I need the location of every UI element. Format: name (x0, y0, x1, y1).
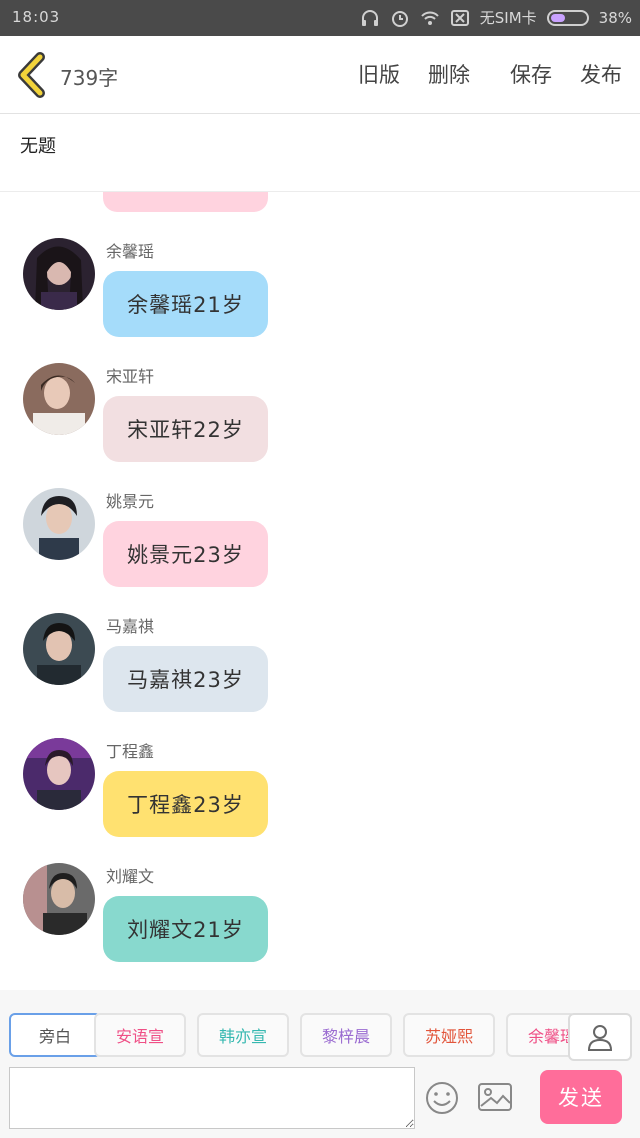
avatar[interactable] (23, 363, 95, 435)
smiley-icon[interactable] (424, 1080, 460, 1116)
send-button[interactable]: 发送 (540, 1070, 622, 1124)
avatar[interactable] (23, 488, 95, 560)
publish-button[interactable]: 发布 (580, 59, 622, 89)
chat-message: 姚景元 姚景元23岁 (0, 488, 640, 598)
editor-header: 739字 旧版 删除 保存 发布 (0, 36, 640, 114)
status-time: 18:03 (12, 8, 61, 26)
role-chip[interactable]: 韩亦宣 (197, 1013, 289, 1057)
sender-name: 姚景元 (106, 492, 155, 511)
avatar[interactable] (23, 738, 95, 810)
save-button[interactable]: 保存 (510, 59, 552, 89)
message-bubble[interactable]: 宋亚轩22岁 (103, 396, 268, 462)
headphones-icon (361, 9, 378, 26)
back-button[interactable] (14, 52, 54, 98)
chat-message: 丁程鑫 丁程鑫23岁 (0, 738, 640, 848)
sender-name: 刘耀文 (106, 867, 155, 886)
sender-name: 丁程鑫 (106, 742, 155, 761)
message-input-bar: 发送 (0, 1062, 640, 1138)
carrier-text: 无SIM卡 (479, 9, 537, 27)
avatar[interactable] (23, 613, 95, 685)
message-bubble[interactable]: 刘耀文21岁 (103, 896, 268, 962)
person-icon (587, 1025, 613, 1051)
sender-name: 宋亚轩 (106, 367, 155, 386)
avatar[interactable] (23, 863, 95, 935)
battery-percent: 38% (598, 8, 632, 27)
partial-message-bubble (103, 192, 268, 212)
status-icons: 无SIM卡 38% (360, 7, 632, 28)
chat-message: 刘耀文 刘耀文21岁 (0, 863, 640, 973)
story-title-row[interactable]: 无题 (0, 114, 640, 192)
old-version-button[interactable]: 旧版 (358, 59, 400, 89)
wifi-icon (421, 11, 439, 25)
role-chip-narrator[interactable]: 旁白 (9, 1013, 101, 1057)
message-bubble[interactable]: 丁程鑫23岁 (103, 771, 268, 837)
role-chip[interactable]: 安语宣 (94, 1013, 186, 1057)
word-count: 739字 (60, 66, 119, 90)
avatar[interactable] (23, 238, 95, 310)
chat-message: 马嘉祺 马嘉祺23岁 (0, 613, 640, 723)
story-title[interactable]: 无题 (20, 132, 56, 158)
sender-name: 马嘉祺 (106, 617, 155, 636)
message-bubble[interactable]: 余馨瑶21岁 (103, 271, 268, 337)
message-bubble[interactable]: 姚景元23岁 (103, 521, 268, 587)
role-chip[interactable]: 余馨瑶 (506, 1013, 576, 1057)
role-chip[interactable]: 黎梓晨 (300, 1013, 392, 1057)
image-icon[interactable] (478, 1082, 512, 1112)
sender-name: 余馨瑶 (106, 242, 155, 261)
role-selector-bar: 旁白 安语宣 韩亦宣 黎梓晨 苏娅熙 余馨瑶 (0, 990, 640, 1062)
delete-button[interactable]: 删除 (428, 59, 470, 89)
status-bar: 18:03 无SIM卡 38% (0, 0, 640, 36)
role-chip[interactable]: 苏娅熙 (403, 1013, 495, 1057)
header-actions: 旧版 删除 保存 发布 (358, 59, 622, 89)
message-input[interactable] (9, 1067, 415, 1129)
no-sim-icon (450, 9, 469, 26)
alarm-icon (391, 10, 408, 27)
message-bubble[interactable]: 马嘉祺23岁 (103, 646, 268, 712)
chat-message: 宋亚轩 宋亚轩22岁 (0, 363, 640, 473)
chat-list[interactable]: 余馨瑶 余馨瑶21岁 宋亚轩 宋亚轩22岁 姚景元 姚景元23岁 马嘉祺 马嘉祺… (0, 192, 640, 990)
battery-icon (546, 9, 589, 26)
chat-message: 余馨瑶 余馨瑶21岁 (0, 238, 640, 348)
character-manager-button[interactable] (568, 1013, 632, 1061)
